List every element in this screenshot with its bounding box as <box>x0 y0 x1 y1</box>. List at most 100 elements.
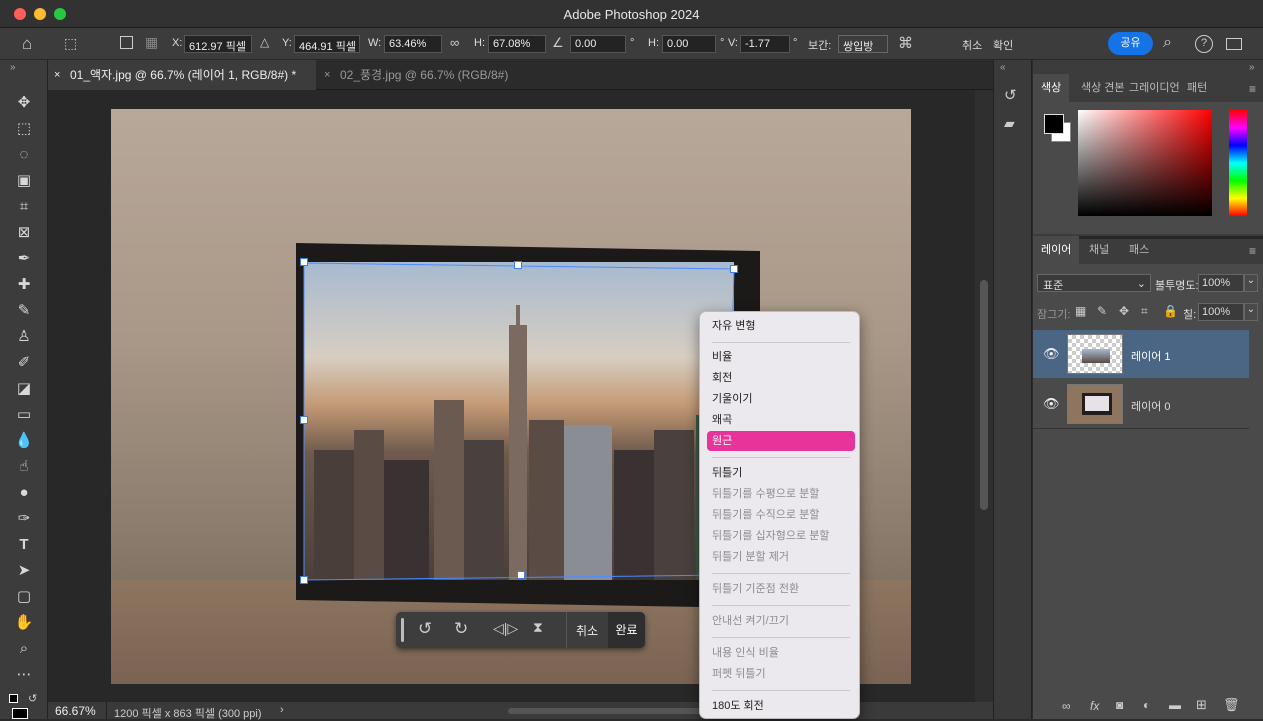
flip-horizontal-icon[interactable]: ◁|▷ <box>493 620 518 637</box>
rotate-field[interactable]: 0.00 <box>570 35 626 53</box>
fill-field[interactable]: 100% <box>1198 303 1244 321</box>
visibility-eye-icon[interactable]: 👁 <box>1043 396 1060 412</box>
more-tools-icon[interactable]: ⋯ <box>10 664 38 686</box>
layer-row-layer-1[interactable]: 👁 레이어 1 <box>1033 330 1249 378</box>
collapse-panels-icon[interactable]: » <box>1249 62 1255 73</box>
interpolation-select[interactable]: 쌍입방 <box>838 35 888 53</box>
lock-artboard-icon[interactable]: ⌗ <box>1141 304 1148 319</box>
layer-0-thumbnail[interactable] <box>1067 384 1123 424</box>
share-button[interactable]: 공유 <box>1108 32 1153 55</box>
add-mask-icon[interactable]: ◙ <box>1116 698 1123 712</box>
color-panel-menu-icon[interactable]: ≡ <box>1249 82 1256 96</box>
tab-paths[interactable]: 패스 <box>1121 236 1157 264</box>
transform-select-icon[interactable]: ⬚ <box>64 35 77 52</box>
move-tool-icon[interactable]: ✥ <box>10 92 38 114</box>
tab-layers[interactable]: 레이어 <box>1033 236 1080 264</box>
blur-tool-icon[interactable]: 💧 <box>10 430 38 452</box>
layer-name[interactable]: 레이어 1 <box>1131 348 1171 364</box>
commit-transform-button[interactable]: 확인 <box>993 37 1013 53</box>
rotate-right-icon[interactable]: ↻ <box>454 619 468 639</box>
tab-color[interactable]: 색상 <box>1033 74 1070 102</box>
delta-icon[interactable]: △ <box>260 35 269 49</box>
tab-document-1[interactable]: × 01_액자.jpg @ 66.7% (레이어 1, RGB/8#) * <box>48 60 316 90</box>
home-icon[interactable]: ⌂ <box>22 34 32 54</box>
search-icon[interactable]: ⌕ <box>1163 34 1172 52</box>
history-panel-icon[interactable]: ↺ <box>1004 86 1017 104</box>
zoom-level[interactable]: 66.67% <box>55 704 96 718</box>
object-select-tool-icon[interactable]: ▣ <box>10 170 38 192</box>
hue-slider[interactable] <box>1229 110 1247 216</box>
layer-row-layer-0[interactable]: 👁 레이어 0 <box>1033 380 1249 428</box>
link-layers-icon[interactable]: ∞ <box>1062 699 1071 713</box>
eyedropper-tool-icon[interactable]: ✒ <box>10 248 38 270</box>
y-field[interactable]: 464.91 픽셀 <box>294 35 360 53</box>
transform-handle-left[interactable] <box>300 416 308 424</box>
blend-mode-select[interactable]: 표준 ⌄ <box>1037 274 1151 292</box>
hskew-field[interactable]: 0.00 <box>662 35 716 53</box>
collapse-tools-icon[interactable]: » <box>10 62 16 73</box>
history-brush-tool-icon[interactable]: ✐ <box>10 352 38 374</box>
lock-position-icon[interactable]: ✥ <box>1119 304 1129 318</box>
opacity-field[interactable]: 100% <box>1198 274 1244 292</box>
color-field[interactable] <box>1078 110 1212 216</box>
gradient-tool-icon[interactable]: ▭ <box>10 404 38 426</box>
help-icon[interactable]: ? <box>1195 35 1213 53</box>
adjustment-layer-icon[interactable]: ◐ <box>1143 698 1150 712</box>
opacity-chevron-icon[interactable]: ⌄ <box>1244 274 1258 292</box>
transform-handle-top-left[interactable] <box>300 258 308 266</box>
flip-vertical-icon[interactable]: ⧗ <box>533 619 543 636</box>
transform-handle-top[interactable] <box>514 261 522 269</box>
fill-chevron-icon[interactable]: ⌄ <box>1244 303 1258 321</box>
crop-tool-icon[interactable]: ⌗ <box>10 196 38 218</box>
pen-tool-icon[interactable]: ✑ <box>10 508 38 530</box>
eraser-tool-icon[interactable]: ◪ <box>10 378 38 400</box>
lock-all-icon[interactable]: 🔒 <box>1163 304 1178 318</box>
small-default-colors-icon[interactable] <box>9 694 18 703</box>
transform-handle-bottom[interactable] <box>517 571 525 579</box>
expand-panels-icon[interactable]: « <box>1000 62 1006 73</box>
comments-panel-icon[interactable]: ▰ <box>1004 115 1015 132</box>
x-field[interactable]: 612.97 픽셀 <box>184 35 252 53</box>
layer-name[interactable]: 레이어 0 <box>1131 398 1171 414</box>
lock-pixels-icon[interactable]: ✎ <box>1097 304 1107 318</box>
tab-patterns[interactable]: 패턴 <box>1179 74 1215 102</box>
menu-item-warp[interactable]: 뒤틀기 <box>707 463 855 483</box>
tab-gradients[interactable]: 그레이디언 <box>1121 74 1188 102</box>
brush-tool-icon[interactable]: ✎ <box>10 300 38 322</box>
link-icon[interactable]: ∞ <box>450 35 459 50</box>
status-arrow-icon[interactable]: › <box>280 704 284 716</box>
vertical-scrollbar[interactable] <box>975 90 993 702</box>
marquee-tool-icon[interactable]: ⬚ <box>10 118 38 140</box>
foreground-color-swatch-panel[interactable] <box>1044 114 1064 134</box>
menu-item-scale[interactable]: 비율 <box>707 347 855 367</box>
type-tool-icon[interactable]: T <box>10 534 38 556</box>
rotate-left-icon[interactable]: ↺ <box>418 619 432 639</box>
dodge-tool-icon[interactable]: ● <box>10 482 38 504</box>
menu-item-distort[interactable]: 왜곡 <box>707 410 855 430</box>
frame-tool-icon[interactable]: ⊠ <box>10 222 38 244</box>
zoom-tool-icon[interactable]: ⌕ <box>10 638 38 660</box>
healing-tool-icon[interactable]: ✚ <box>10 274 38 296</box>
transform-handle-top-right[interactable] <box>730 265 738 273</box>
new-group-icon[interactable]: ▬ <box>1169 698 1181 712</box>
horizontal-scroll-thumb[interactable] <box>508 708 708 714</box>
menu-item-rotate[interactable]: 회전 <box>707 368 855 388</box>
menu-item-rotate-180[interactable]: 180도 회전 <box>707 696 855 716</box>
scroll-thumb[interactable] <box>980 280 988 510</box>
control-done-button[interactable]: 완료 <box>608 612 645 648</box>
control-cancel-button[interactable]: 취소 <box>576 622 598 639</box>
warp-mode-icon[interactable]: ⌘ <box>898 34 913 52</box>
path-select-tool-icon[interactable]: ➤ <box>10 560 38 582</box>
width-field[interactable]: 63.46% <box>384 35 442 53</box>
cancel-transform-button[interactable]: 취소 <box>962 37 982 53</box>
swap-colors-icon[interactable]: ↺ <box>28 692 37 705</box>
vskew-field[interactable]: -1.77 <box>740 35 790 53</box>
menu-item-skew[interactable]: 기울이기 <box>707 389 855 409</box>
rectangle-tool-icon[interactable]: ▢ <box>10 586 38 608</box>
new-layer-icon[interactable]: ⊞ <box>1196 697 1207 713</box>
stamp-tool-icon[interactable]: ♙ <box>10 326 38 348</box>
menu-item-perspective[interactable]: 원근 <box>707 431 855 451</box>
fx-icon[interactable]: fx <box>1090 699 1099 713</box>
layer-1-thumbnail[interactable] <box>1067 334 1123 374</box>
menu-item-free-transform[interactable]: 자유 변형 <box>707 316 855 336</box>
